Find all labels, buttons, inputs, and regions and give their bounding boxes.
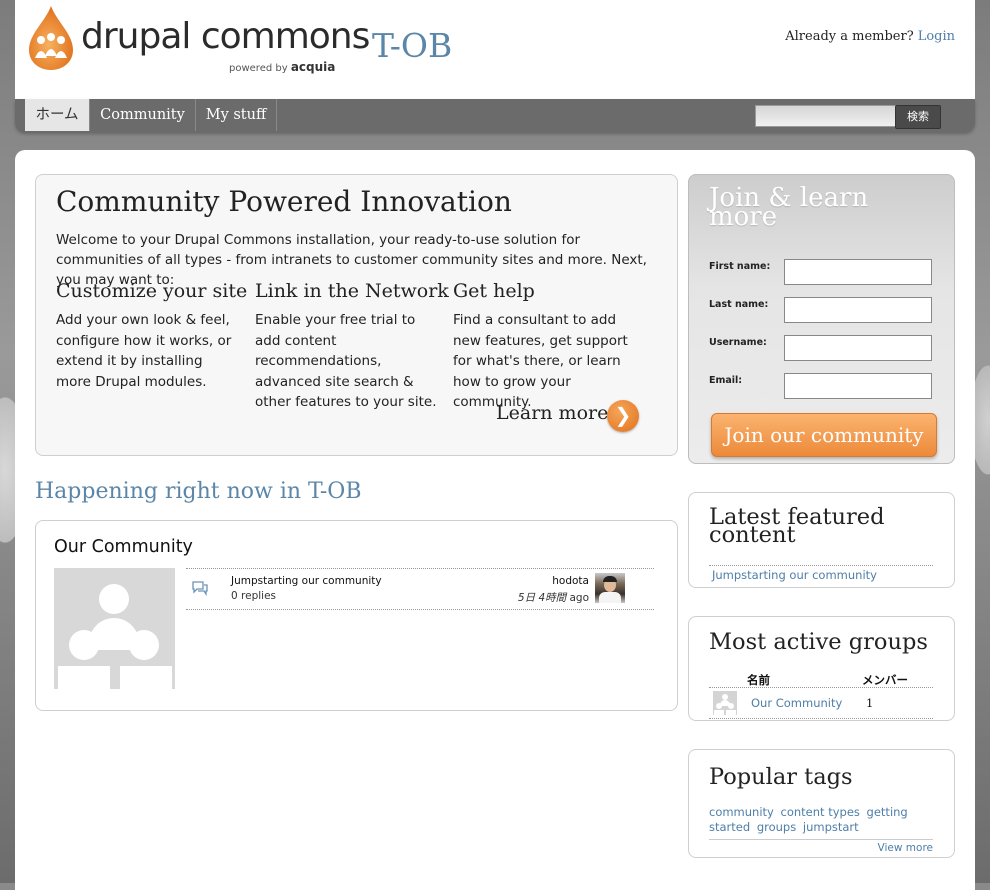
group-name-link[interactable]: Our Community [751,696,842,710]
welcome-column-network: Link in the Network Enable your free tri… [255,280,449,413]
learn-more-link[interactable]: Learn more [496,402,608,424]
tag-link[interactable]: started [709,820,750,834]
tag-link[interactable]: content types [781,805,860,819]
discussion-icon [192,581,208,597]
last-name-label: Last name: [709,299,769,310]
welcome-column-customize: Customize your site Add your own look & … [56,280,247,392]
active-groups-title: Most active groups [709,629,928,655]
tag-link[interactable]: community [709,805,774,819]
column-text: Enable your free trial to add content re… [255,312,437,410]
groups-table-header: 名前 メンバー [709,671,933,688]
community-block: Our Community Jumpstarting our community… [35,520,678,711]
join-title: Join & learn more [709,183,869,232]
welcome-column-help: Get help Find a consultant to add new fe… [453,280,638,413]
column-heading[interactable]: Customize your site [56,280,247,302]
first-name-label: First name: [709,261,771,272]
tag-cloud: community content types getting started … [709,805,933,834]
username-label: Username: [709,337,767,348]
active-groups-block: Most active groups 名前 メンバー Our Community… [688,616,955,721]
popular-tags-title: Popular tags [709,764,853,790]
last-name-field[interactable] [784,297,932,323]
first-name-field[interactable] [784,259,932,285]
drupal-commons-logo[interactable]: drupal commons powered by acquia [27,4,370,76]
welcome-title: Community Powered Innovation [56,185,512,218]
login-area: Already a member? Login [785,29,955,44]
already-member-text: Already a member? [785,29,914,44]
activity-replies: 0 replies [231,590,276,602]
user-avatar[interactable] [595,573,625,603]
site-name[interactable]: T-OB [372,26,452,65]
powered-by-text: powered by acquia [229,60,336,74]
arrow-right-icon[interactable]: ❯ [607,400,639,432]
happening-heading: Happening right now in T-OB [35,479,362,504]
nav-item-my-stuff[interactable]: My stuff [196,99,277,131]
column-heading[interactable]: Link in the Network [255,280,449,302]
join-community-button[interactable]: Join our community [711,413,937,457]
table-row: Our Community 1 [709,688,933,719]
column-name-header[interactable]: 名前 [747,672,770,688]
column-text: Find a consultant to add new features, g… [453,312,628,410]
activity-row: Jumpstarting our community 0 replies hod… [186,568,654,610]
site-header: drupal commons powered by acquia T-OB Al… [15,0,975,100]
featured-link-row: Jumpstarting our community [709,565,933,582]
group-member-count: 1 [866,696,874,710]
activity-user[interactable]: hodota [552,575,589,587]
column-text: Add your own look & feel, configure how … [56,312,232,390]
tag-link[interactable]: jumpstart [803,820,859,834]
nav-item-community[interactable]: Community [90,99,196,131]
join-form: Join & learn more First name: Last name:… [688,174,955,464]
featured-title: Latest featured content [709,504,885,548]
view-more-link[interactable]: View more [709,839,933,854]
tag-link[interactable]: groups [757,820,796,834]
featured-link[interactable]: Jumpstarting our community [712,568,877,582]
nav-item-home[interactable]: ホーム [25,99,90,131]
group-avatar[interactable] [54,568,175,689]
group-thumbnail[interactable] [713,691,737,715]
community-title[interactable]: Our Community [54,537,193,557]
activity-title[interactable]: Jumpstarting our community [231,575,382,587]
search-button[interactable]: 検索 [895,105,941,129]
brand-name: drupal commons [81,16,370,57]
activity-time: 5日 4時間 ago [517,592,589,604]
column-heading[interactable]: Get help [453,280,638,302]
featured-content-block: Latest featured content Jumpstarting our… [688,492,955,588]
popular-tags-block: Popular tags community content types get… [688,749,955,858]
drop-logo-icon [29,6,73,70]
search-input[interactable] [755,105,896,127]
main-nav: ホーム Community My stuff 検索 [15,99,975,132]
email-label: Email: [709,375,743,386]
tag-link[interactable]: getting [867,805,908,819]
welcome-block: Community Powered Innovation Welcome to … [35,174,678,456]
email-field[interactable] [784,373,932,399]
username-field[interactable] [784,335,932,361]
login-link[interactable]: Login [918,29,955,44]
column-members-header[interactable]: メンバー [862,672,908,688]
